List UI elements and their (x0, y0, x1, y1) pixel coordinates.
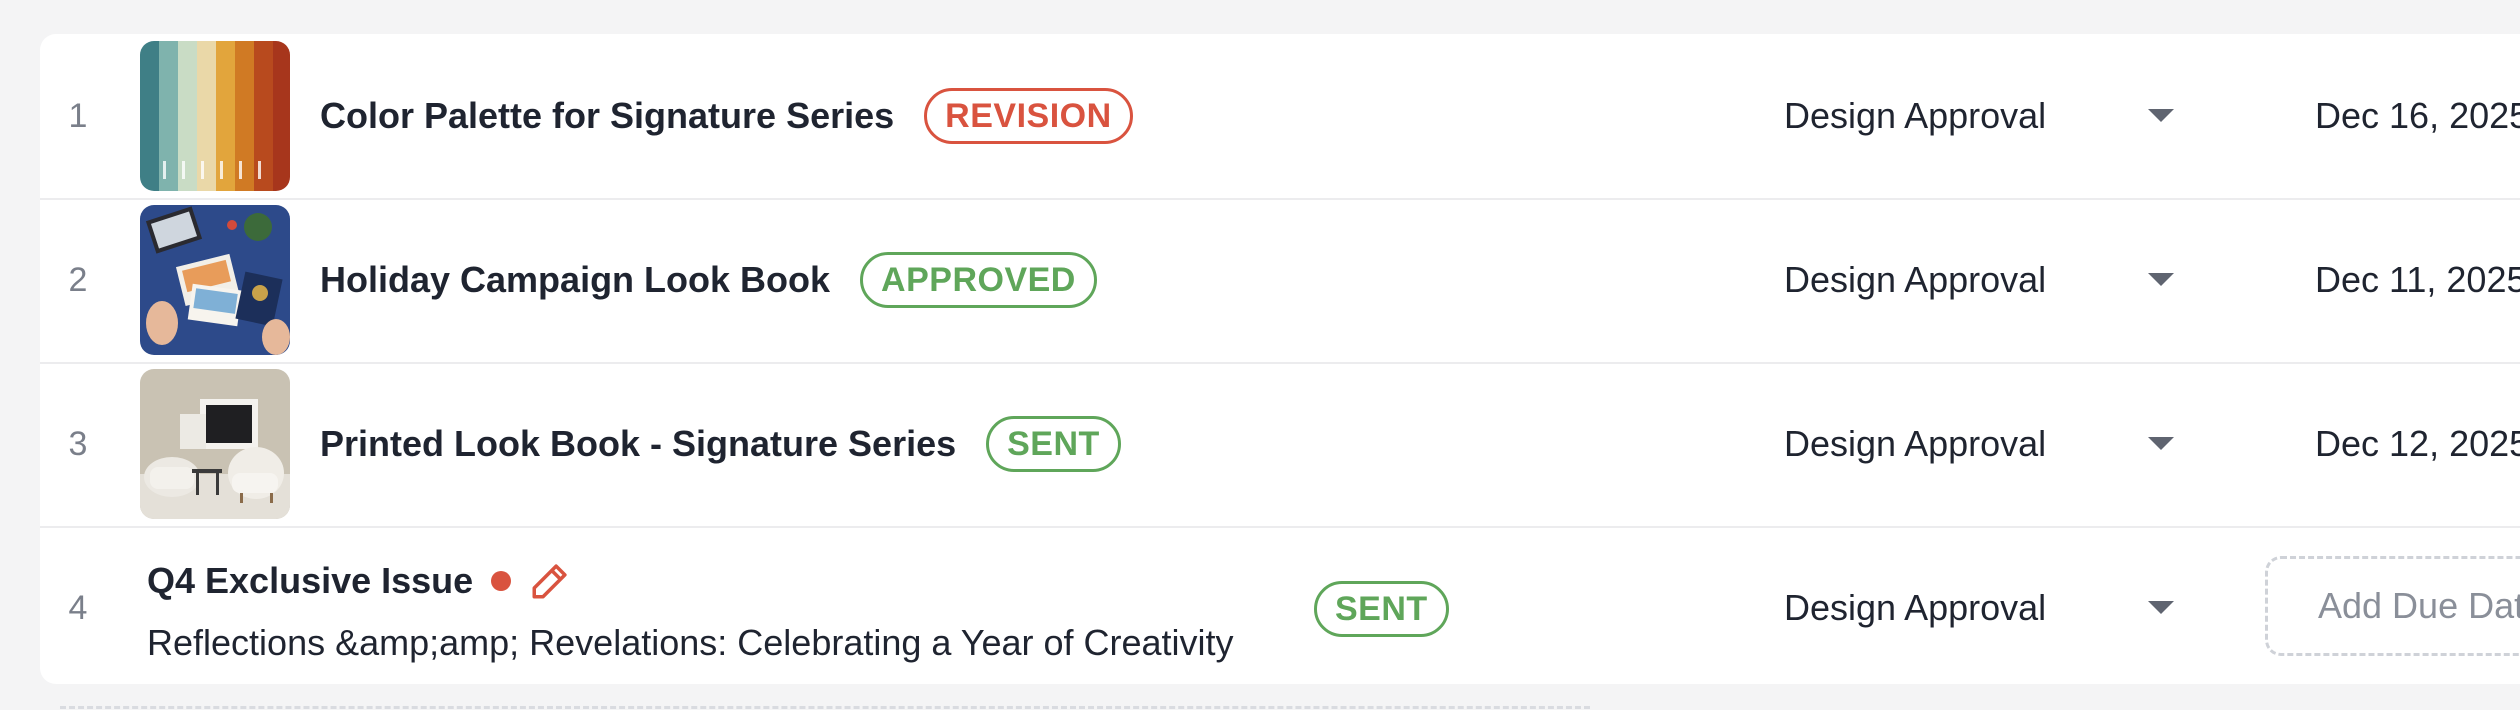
caret-down-icon[interactable] (2148, 109, 2174, 122)
color-palette-image (140, 41, 290, 191)
approval-list: 1 Color Palette for Signature Series REV… (40, 34, 2520, 684)
row-index: 2 (68, 261, 88, 299)
row-title[interactable]: Printed Look Book - Signature Series (320, 423, 956, 465)
caret-down-icon[interactable] (2148, 437, 2174, 450)
status-badge: APPROVED (860, 252, 1097, 308)
status-badge: SENT (1314, 581, 1449, 637)
due-date[interactable]: Dec 12, 2025 (2315, 362, 2520, 526)
thumbnail-living-room[interactable] (140, 369, 290, 519)
table-row[interactable]: 2 Holiday Campaign Look Book APPROVED De… (40, 198, 2520, 364)
add-due-date-button[interactable]: Add Due Date (2265, 556, 2520, 656)
caret-down-icon[interactable] (2148, 601, 2174, 614)
row-index: 3 (68, 425, 88, 463)
row-title[interactable]: Holiday Campaign Look Book (320, 259, 830, 301)
thumbnail-color-palette[interactable] (140, 41, 290, 191)
due-date[interactable]: Dec 11, 2025 (2315, 198, 2520, 362)
drop-zone-divider (60, 706, 1590, 709)
row-index: 4 (68, 589, 88, 627)
table-row[interactable]: 4 Q4 Exclusive Issue Reflections &amp;am… (40, 526, 2520, 684)
pencil-icon[interactable] (529, 560, 571, 602)
row-title[interactable]: Q4 Exclusive Issue (147, 560, 473, 602)
caret-down-icon[interactable] (2148, 273, 2174, 286)
stage-select[interactable]: Design Approval (1784, 362, 2046, 526)
row-title[interactable]: Color Palette for Signature Series (320, 95, 894, 137)
status-badge: REVISION (924, 88, 1133, 144)
stage-select[interactable]: Design Approval (1784, 198, 2046, 362)
stage-select[interactable]: Design Approval (1784, 526, 2046, 684)
holiday-lookbook-image (140, 205, 290, 355)
due-date[interactable]: Dec 16, 2025 (2315, 34, 2520, 198)
unread-dot-icon (491, 571, 512, 591)
row-index: 1 (68, 97, 88, 135)
living-room-image (140, 369, 290, 519)
stage-select[interactable]: Design Approval (1784, 34, 2046, 198)
row-subtitle: Reflections &amp;amp; Revelations: Celeb… (147, 622, 1234, 663)
table-row[interactable]: 3 Printed Look Book - Signature Series S… (40, 362, 2520, 528)
table-row[interactable]: 1 Color Palette for Signature Series REV… (40, 34, 2520, 200)
thumbnail-holiday-lookbook[interactable] (140, 205, 290, 355)
status-badge: SENT (986, 416, 1121, 472)
